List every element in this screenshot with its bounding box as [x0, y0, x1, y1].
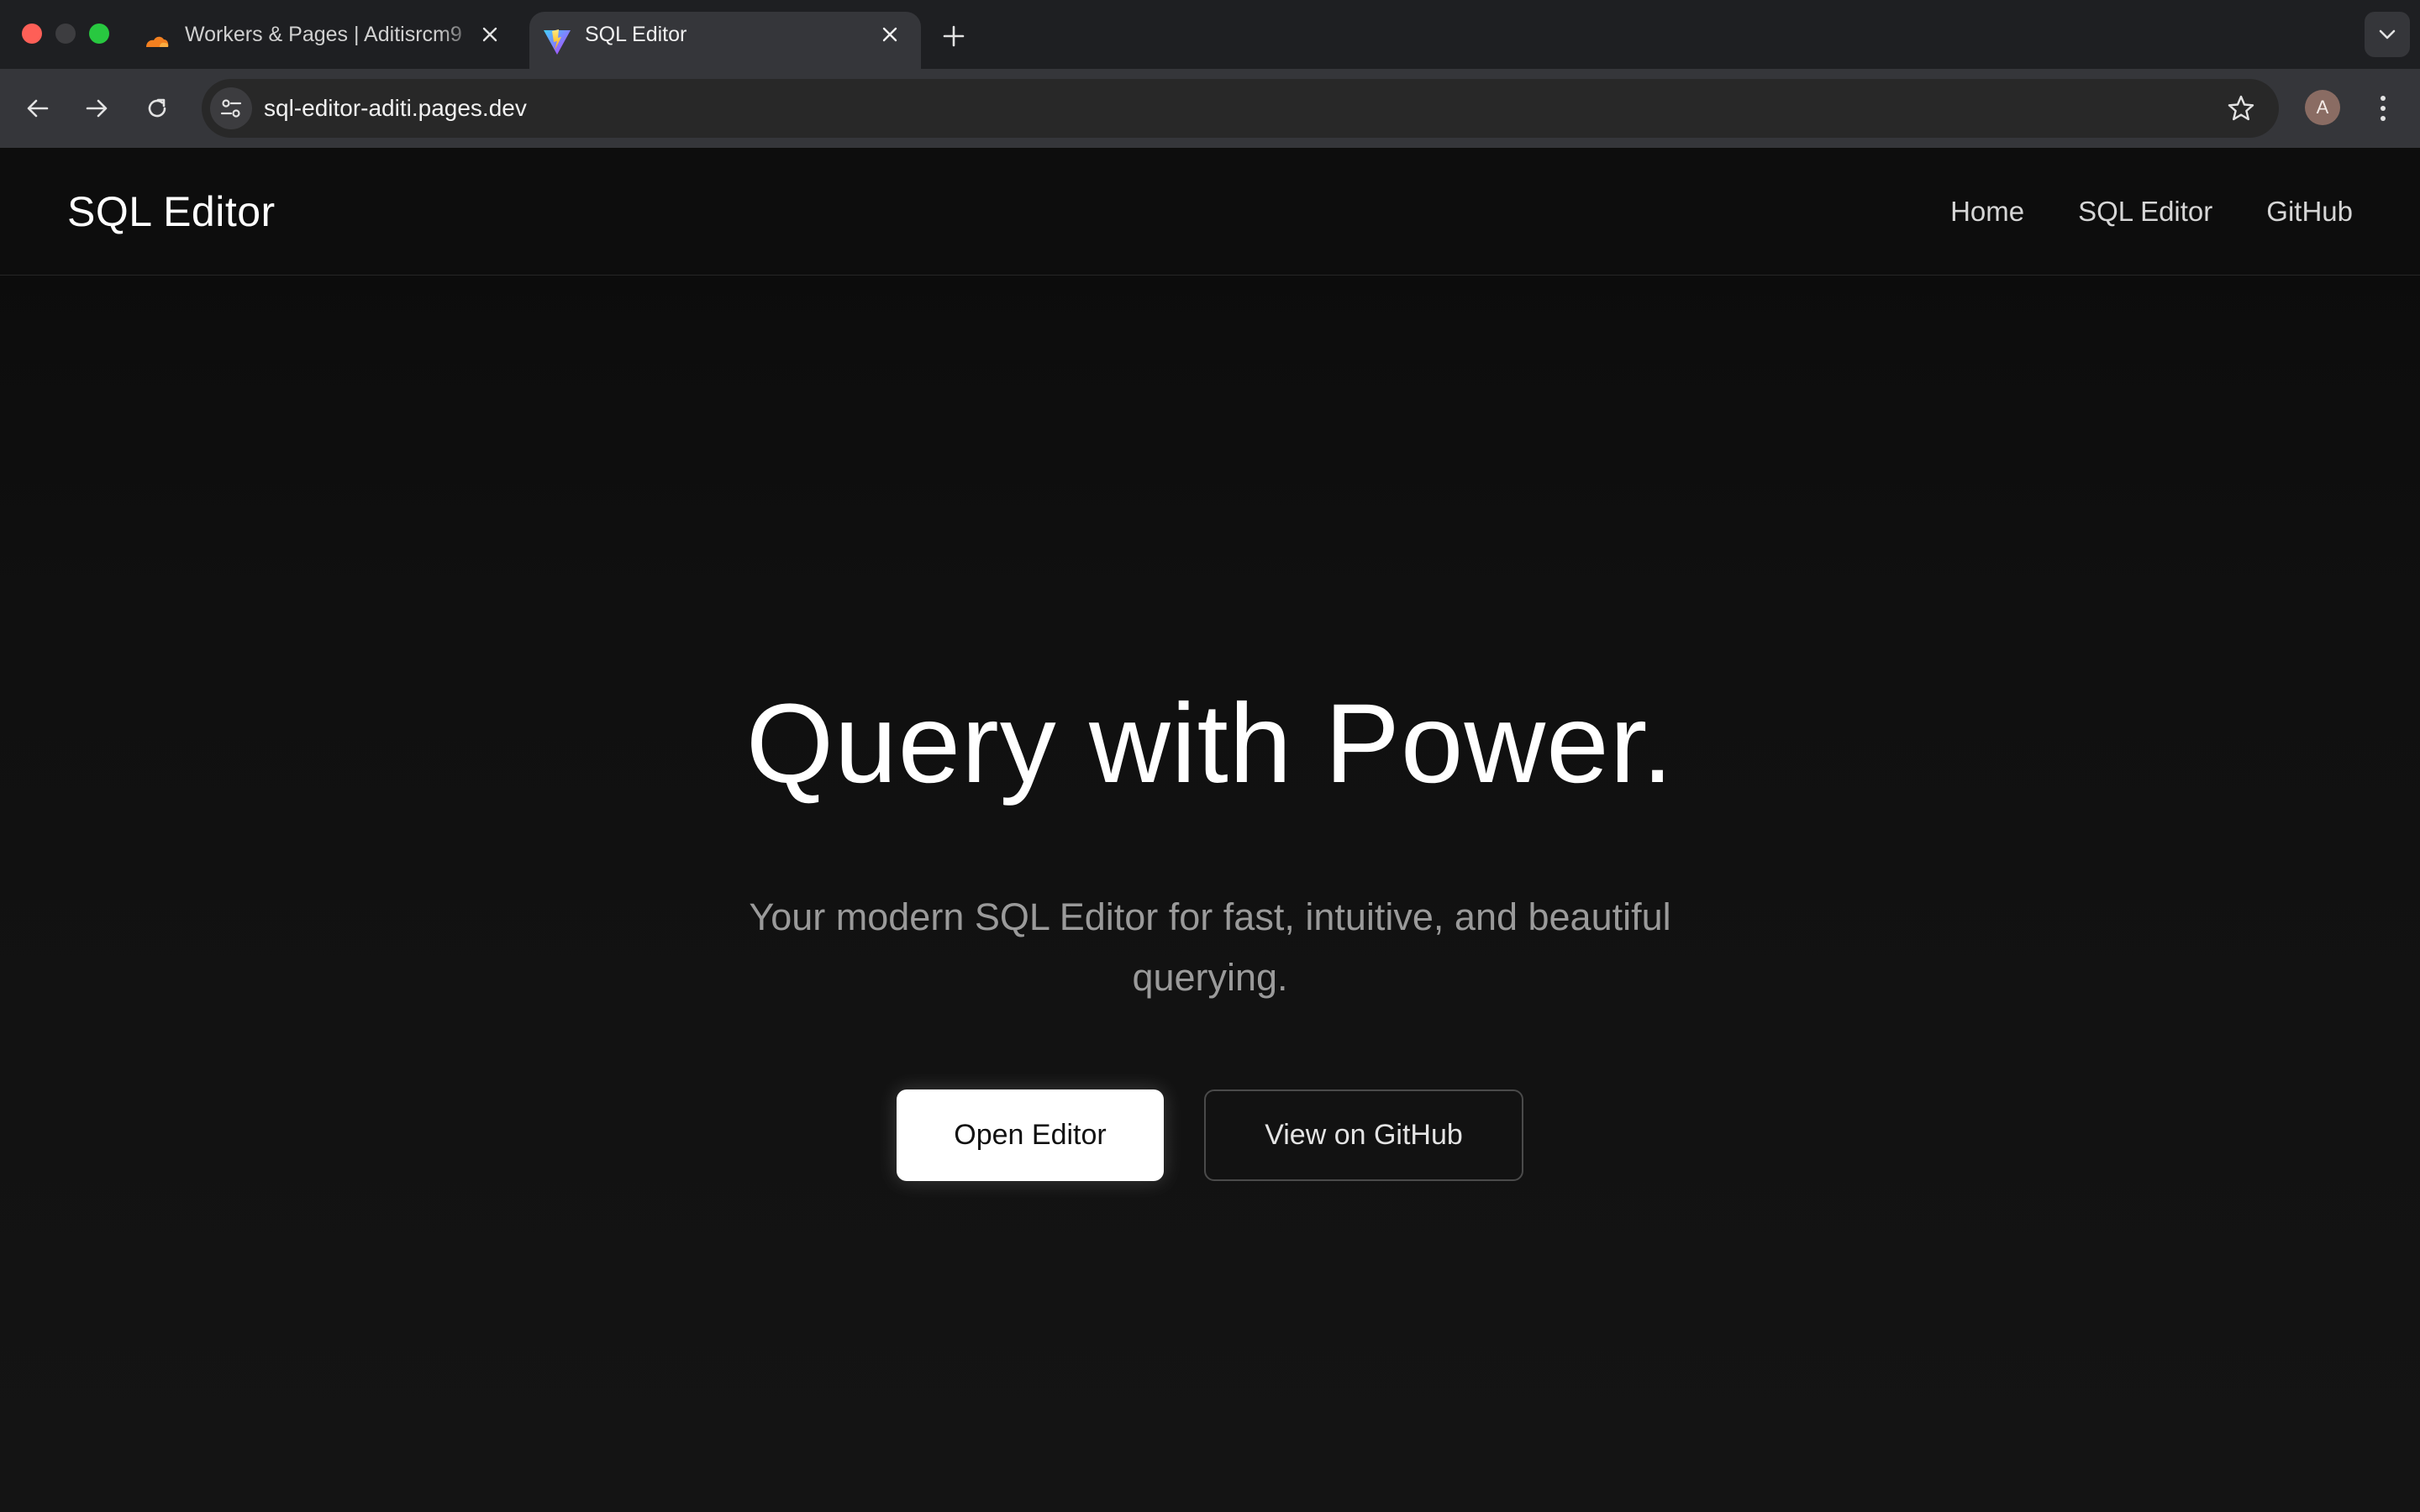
browser-tab-workers-pages[interactable]: Workers & Pages | Aditisrcm9 [134, 12, 521, 69]
tab-search-chevron-icon[interactable] [2365, 12, 2410, 57]
hero-subtitle: Your modern SQL Editor for fast, intuiti… [749, 895, 1671, 999]
tab-title: SQL Editor [585, 23, 687, 46]
vite-icon [543, 29, 571, 55]
bookmark-star-icon[interactable] [2223, 91, 2259, 126]
window-maximize-button[interactable] [89, 24, 109, 44]
view-on-github-button[interactable]: View on GitHub [1204, 1089, 1523, 1181]
window-minimize-button[interactable] [55, 24, 76, 44]
nav-link-home[interactable]: Home [1950, 196, 2024, 228]
close-tab-icon[interactable] [876, 20, 904, 49]
site-brand[interactable]: SQL Editor [67, 148, 276, 276]
page-viewport: SQL Editor Home SQL Editor GitHub Query … [0, 148, 2420, 1512]
new-tab-icon[interactable] [934, 17, 973, 55]
hero-title: Query with Power. [745, 681, 1675, 806]
browser-tab-sql-editor[interactable]: SQL Editor [529, 12, 921, 69]
url-text[interactable]: sql-editor-aditi.pages.dev [264, 79, 527, 138]
cloudflare-icon [143, 29, 171, 54]
address-bar[interactable]: sql-editor-aditi.pages.dev [202, 79, 2279, 138]
profile-avatar[interactable]: A [2305, 90, 2340, 125]
site-header: SQL Editor Home SQL Editor GitHub [0, 148, 2420, 276]
window-close-button[interactable] [22, 24, 42, 44]
forward-arrow-icon[interactable] [76, 87, 118, 129]
site-nav: Home SQL Editor GitHub [1950, 148, 2353, 276]
browser-toolbar: sql-editor-aditi.pages.dev A [0, 69, 2420, 148]
back-arrow-icon[interactable] [17, 87, 59, 129]
tab-title: Workers & Pages | Aditisrcm9 [185, 23, 462, 46]
close-tab-icon[interactable] [476, 20, 504, 49]
site-info-tune-icon[interactable] [210, 87, 252, 129]
more-menu-icon[interactable] [2365, 87, 2402, 129]
reload-icon[interactable] [136, 87, 178, 129]
nav-link-github[interactable]: GitHub [2266, 196, 2353, 228]
nav-link-sql-editor[interactable]: SQL Editor [2078, 196, 2212, 228]
browser-tab-strip: Workers & Pages | Aditisrcm9 SQL Editor [0, 0, 2420, 69]
open-editor-button[interactable]: Open Editor [897, 1089, 1164, 1181]
